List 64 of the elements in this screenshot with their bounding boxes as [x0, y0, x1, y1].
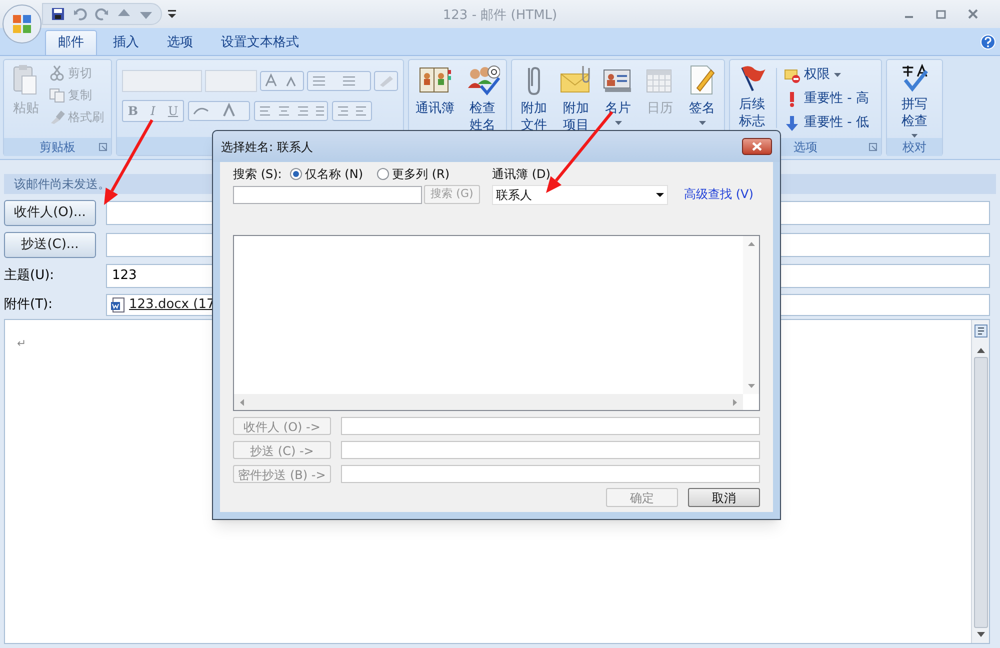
paragraph-mark: ↵: [17, 337, 26, 350]
address-book-dropdown[interactable]: 联系人: [492, 185, 668, 205]
font-name-field[interactable]: [122, 70, 202, 92]
recipient-field[interactable]: [341, 441, 760, 459]
close-button[interactable]: [742, 138, 772, 155]
group-label: 选项: [794, 139, 818, 156]
down-arrow-icon: [784, 114, 800, 130]
window-title: 123 - 邮件 (HTML): [442, 8, 558, 23]
highlight-icon[interactable]: [188, 101, 250, 121]
ribbon-button[interactable]: 后续标志: [733, 60, 771, 138]
ribbon-button[interactable]: 重要性 - 低: [782, 112, 871, 133]
people-icon: [466, 64, 500, 96]
indent-icon[interactable]: [332, 101, 372, 121]
scissors-icon: [49, 64, 65, 80]
recipient-field[interactable]: [341, 417, 760, 435]
grow-font-icon[interactable]: [260, 71, 304, 91]
help-icon[interactable]: [980, 34, 996, 50]
ruler-icon: [974, 324, 988, 338]
ribbon-tab[interactable]: 选项: [155, 30, 205, 55]
launcher-icon[interactable]: [99, 143, 107, 151]
scroll-left-icon: [240, 398, 244, 406]
scroll-up-icon[interactable]: [976, 348, 984, 353]
save-icon[interactable]: [51, 7, 65, 21]
scroll-up-icon: [748, 242, 754, 246]
recipient-field[interactable]: [341, 465, 760, 483]
vertical-scrollbar[interactable]: [743, 236, 759, 394]
maximize-icon[interactable]: [936, 9, 946, 19]
to-button[interactable]: 收件人(O)...: [4, 200, 96, 226]
ribbon-tab[interactable]: 插入: [101, 30, 151, 55]
close-icon[interactable]: [968, 9, 978, 19]
copy-icon: [49, 86, 65, 102]
search-field[interactable]: [233, 186, 422, 204]
cc-button[interactable]: 抄送(C)...: [4, 232, 96, 258]
scroll-thumb[interactable]: [974, 357, 988, 628]
list-icon[interactable]: [307, 71, 371, 91]
undo-icon[interactable]: [73, 7, 87, 21]
document-icon: [110, 297, 126, 313]
ribbon-tab[interactable]: 设置文本格式: [209, 30, 311, 55]
scroll-right-icon: [733, 398, 737, 406]
ribbon-tab[interactable]: 邮件: [45, 30, 97, 55]
close-icon: [752, 142, 762, 151]
ribbon-button[interactable]: 权限: [782, 64, 871, 85]
font-size-field[interactable]: [205, 70, 257, 92]
brush-icon: [49, 108, 65, 124]
ribbon-button[interactable]: 附加项目: [557, 60, 595, 138]
group-label: 剪贴板: [40, 139, 76, 156]
ribbon-button[interactable]: 检查姓名: [464, 60, 502, 138]
scrollbar[interactable]: [971, 320, 989, 643]
group-label: 校对: [902, 139, 926, 156]
ribbon-button[interactable]: 重要性 - 高: [782, 88, 871, 109]
style-icon[interactable]: [374, 71, 398, 91]
dialog-title: 选择姓名: 联系人: [221, 138, 313, 156]
subject-label: 主题(U):: [4, 267, 56, 286]
attachment-label: 附件(T):: [4, 296, 54, 314]
envelope-icon: [784, 66, 800, 82]
customize-icon[interactable]: [168, 9, 176, 19]
redo-icon[interactable]: [95, 7, 109, 21]
cancel-button[interactable]: 取消: [688, 488, 760, 507]
scroll-down-icon[interactable]: [976, 632, 984, 637]
launcher-icon[interactable]: [869, 143, 877, 151]
align-icon[interactable]: [254, 101, 328, 121]
scroll-down-icon: [748, 384, 754, 388]
horizontal-scrollbar[interactable]: [234, 394, 743, 410]
ribbon-button[interactable]: 拼写检查: [896, 60, 934, 138]
